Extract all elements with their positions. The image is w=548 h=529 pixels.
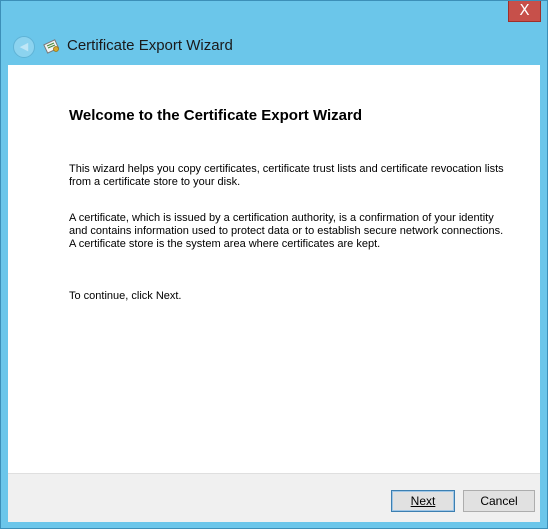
button-bar: Next Cancel — [8, 473, 540, 522]
wizard-window: X ◀ Certificate Export Wizard Welcome to… — [0, 0, 548, 529]
cancel-button-label: Cancel — [480, 494, 518, 508]
continue-instruction: To continue, click Next. — [69, 290, 182, 302]
close-icon: X — [519, 1, 530, 19]
wizard-title: Certificate Export Wizard — [67, 37, 233, 54]
next-button-label: Next — [410, 494, 436, 508]
certificate-icon — [43, 39, 60, 54]
back-arrow-icon: ◀ — [19, 40, 29, 53]
close-button[interactable]: X — [508, 1, 541, 22]
wizard-header: ◀ Certificate Export Wizard — [1, 29, 547, 65]
definition-paragraph: A certificate, which is issued by a cert… — [69, 212, 504, 250]
cancel-button[interactable]: Cancel — [463, 490, 535, 512]
title-bar[interactable]: X — [1, 1, 547, 25]
back-button[interactable]: ◀ — [13, 36, 35, 58]
page-title: Welcome to the Certificate Export Wizard — [69, 107, 362, 124]
next-button[interactable]: Next — [391, 490, 455, 512]
intro-paragraph: This wizard helps you copy certificates,… — [69, 163, 504, 188]
wizard-content: Welcome to the Certificate Export Wizard… — [8, 65, 540, 473]
